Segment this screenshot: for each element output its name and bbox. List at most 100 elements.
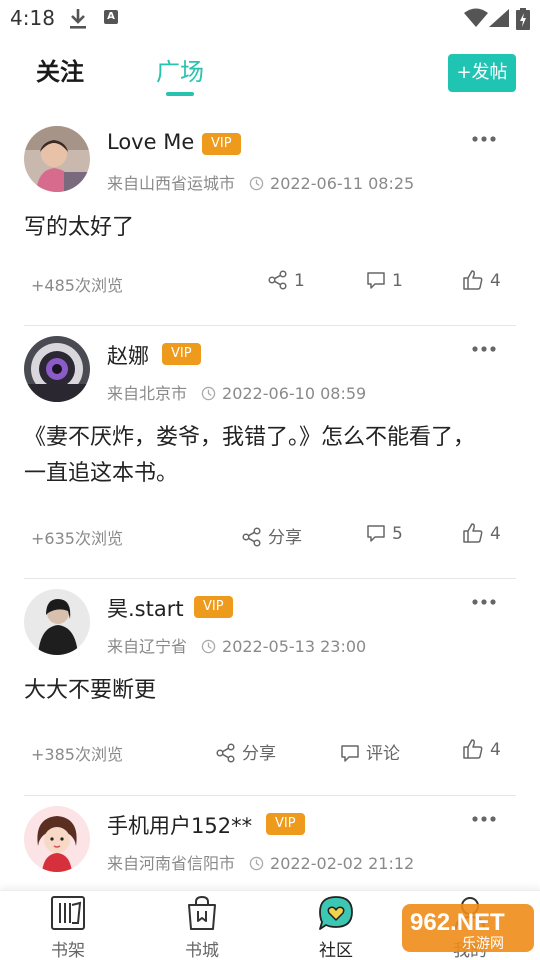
comment-count: 1 [392, 271, 403, 291]
share-label: 分享 [268, 528, 302, 548]
post-feed[interactable]: Love Me VIP 来自山西省运城市 2022-06-11 08:25 写的太… [0, 116, 540, 890]
post-meta: 来自山西省运城市 2022-06-11 08:25 [107, 170, 414, 194]
avatar[interactable] [24, 126, 90, 192]
nav-label: 书架 [51, 941, 85, 960]
more-options-icon[interactable] [472, 136, 496, 142]
like-count: 4 [490, 740, 501, 760]
view-count: +635次浏览 [31, 529, 123, 548]
vip-badge: VIP [202, 133, 241, 155]
vip-badge: VIP [194, 596, 233, 618]
post-card[interactable]: 手机用户152** VIP 来自河南省信阳市 2022-02-02 21:12 [24, 796, 516, 890]
top-nav: 关注 广场 +发帖 [0, 36, 540, 102]
clock-icon [249, 856, 264, 871]
post-card[interactable]: Love Me VIP 来自山西省运城市 2022-06-11 08:25 写的太… [24, 116, 516, 326]
username[interactable]: 昊.start [107, 593, 184, 623]
more-options-icon[interactable] [472, 599, 496, 605]
post-content[interactable]: 《妻不厌炸，娄爷，我错了。》怎么不能看了，一直追这本书。 [24, 420, 494, 492]
post-content[interactable]: 写的太好了 [24, 210, 494, 246]
more-options-icon[interactable] [472, 346, 496, 352]
clock-icon [201, 639, 216, 654]
new-post-button[interactable]: +发帖 [448, 54, 516, 92]
post-meta: 来自北京市 2022-06-10 08:59 [107, 380, 366, 404]
nav-bookstore[interactable]: 书城 [152, 891, 252, 960]
avatar-person-photo [24, 589, 90, 655]
avatar-girl-photo [24, 126, 90, 192]
svg-text:962.NET: 962.NET [410, 909, 505, 936]
share-button[interactable]: 1 [268, 270, 305, 291]
post-time: 2022-06-10 08:59 [222, 384, 367, 403]
view-count: +485次浏览 [31, 276, 123, 295]
post-location: 来自北京市 [107, 384, 188, 403]
share-button[interactable]: 分享 [242, 523, 302, 548]
share-button[interactable]: 分享 [216, 739, 276, 764]
clock-icon [249, 176, 264, 191]
like-button[interactable]: 4 [462, 739, 501, 760]
post-location: 来自辽宁省 [107, 637, 188, 656]
nav-label: 社区 [319, 941, 353, 960]
username[interactable]: 赵娜 [107, 340, 149, 370]
comment-count: 5 [392, 524, 403, 544]
username[interactable]: 手机用户152** [107, 810, 252, 840]
status-bar: 4:18 A [0, 0, 540, 36]
signal-icon [489, 9, 509, 27]
post-location: 来自河南省信阳市 [107, 854, 236, 873]
share-label: 分享 [242, 744, 276, 764]
comment-label: 评论 [366, 744, 400, 764]
post-time: 2022-02-02 21:12 [270, 854, 415, 873]
tab-square[interactable]: 广场 [156, 52, 204, 87]
post-time: 2022-06-11 08:25 [270, 174, 415, 193]
comment-button[interactable]: 5 [366, 523, 403, 544]
nav-bookshelf[interactable]: 书架 [18, 891, 118, 960]
share-icon [242, 527, 261, 547]
tab-follow[interactable]: 关注 [36, 52, 84, 87]
thumbs-up-icon [463, 739, 483, 759]
avatar[interactable] [24, 336, 90, 402]
svg-text:乐游网: 乐游网 [462, 936, 504, 952]
active-tab-indicator [166, 92, 194, 96]
more-options-icon[interactable] [472, 816, 496, 822]
comment-button[interactable]: 评论 [340, 739, 400, 764]
vip-badge: VIP [162, 343, 201, 365]
download-icon [70, 9, 86, 29]
post-card[interactable]: 赵娜 VIP 来自北京市 2022-06-10 08:59 《妻不厌炸，娄爷，我错… [24, 326, 516, 579]
avatar-eye-photo [24, 336, 90, 402]
community-chat-heart-icon [319, 896, 353, 930]
view-count: +385次浏览 [31, 745, 123, 764]
comment-icon [367, 525, 385, 542]
like-button[interactable]: 4 [462, 523, 501, 544]
thumbs-up-icon [463, 270, 483, 290]
like-count: 4 [490, 524, 501, 544]
share-icon [268, 270, 287, 290]
share-icon [216, 743, 235, 763]
nav-label: 书城 [185, 941, 219, 960]
post-meta: 来自辽宁省 2022-05-13 23:00 [107, 633, 366, 657]
clock-icon [201, 386, 216, 401]
status-time: 4:18 [10, 6, 55, 30]
comment-icon [341, 745, 359, 762]
post-content[interactable]: 大大不要断更 [24, 673, 494, 709]
avatar[interactable] [24, 806, 90, 872]
like-button[interactable]: 4 [462, 270, 501, 291]
avatar[interactable] [24, 589, 90, 655]
thumbs-up-icon [463, 523, 483, 543]
post-actions: +385次浏览 分享 评论 4 [24, 737, 516, 767]
post-actions: +485次浏览 1 1 4 [24, 268, 516, 298]
post-card[interactable]: 昊.start VIP 来自辽宁省 2022-05-13 23:00 大大不要断更… [24, 579, 516, 796]
nav-community[interactable]: 社区 [286, 891, 386, 960]
post-location: 来自山西省运城市 [107, 174, 236, 193]
vip-badge: VIP [266, 813, 305, 835]
battery-charging-icon [516, 8, 530, 30]
bookstore-bag-icon [188, 895, 216, 930]
post-actions: +635次浏览 分享 5 4 [24, 521, 516, 551]
like-count: 4 [490, 271, 501, 291]
share-count: 1 [294, 271, 305, 291]
post-meta: 来自河南省信阳市 2022-02-02 21:12 [107, 850, 414, 874]
wifi-icon [464, 8, 488, 27]
username[interactable]: Love Me [107, 130, 194, 154]
comment-button[interactable]: 1 [366, 270, 403, 291]
post-time: 2022-05-13 23:00 [222, 637, 367, 656]
comment-icon [367, 272, 385, 289]
site-watermark-logo: 962.NET 乐游网 [402, 904, 534, 952]
bookshelf-icon [51, 896, 85, 930]
text-a-icon: A [104, 10, 118, 24]
